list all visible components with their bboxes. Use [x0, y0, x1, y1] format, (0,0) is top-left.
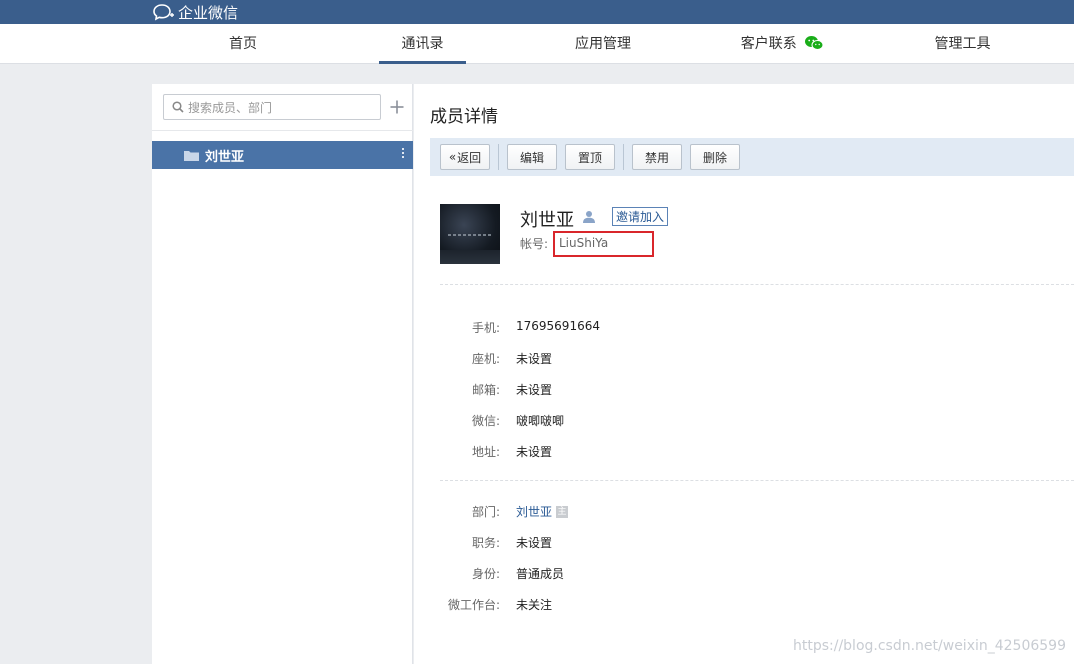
mobile-value: 17695691664	[516, 319, 600, 333]
department-link-label: 刘世亚	[516, 505, 553, 519]
account-label: 帐号:	[520, 237, 549, 251]
mobile-label: 手机:	[471, 321, 500, 335]
top-bar: 企业微信	[0, 0, 1074, 24]
nav-home[interactable]: 首页	[216, 24, 270, 64]
department-label: 刘世亚	[205, 149, 245, 165]
member-name: 刘世亚	[520, 210, 574, 231]
avatar-ground	[440, 250, 500, 264]
page-title: 成员详情	[430, 107, 498, 127]
primary-department-badge: 主	[556, 505, 569, 518]
action-toolbar: « 返回 编辑 置顶 禁用 删除	[430, 138, 1074, 176]
back-label: 返回	[457, 150, 482, 165]
member-detail-panel: 成员详情 « 返回 编辑 置顶 禁用 删除 刘世亚 邀请加入 帐号: LiuSh…	[414, 84, 1074, 664]
folder-icon	[184, 150, 199, 161]
brand-name: 企业微信	[178, 3, 239, 22]
back-button[interactable]: « 返回	[440, 144, 490, 170]
add-department-button[interactable]	[388, 94, 406, 120]
avatar[interactable]	[440, 204, 500, 264]
edit-label: 编辑	[519, 150, 544, 165]
search-placeholder: 搜索成员、部门	[188, 100, 273, 115]
watermark: https://blog.csdn.net/weixin_42506599	[792, 638, 1066, 654]
main-nav: 首页 通讯录 应用管理 客户联系 管理工具	[0, 24, 1074, 64]
brand-logo[interactable]: 企业微信	[152, 0, 238, 24]
nav-app-management[interactable]: 应用管理	[566, 24, 640, 64]
person-icon	[583, 211, 595, 223]
department-link[interactable]: 刘世亚主	[516, 503, 569, 520]
address-label: 地址:	[471, 445, 500, 459]
sidebar-divider	[152, 130, 413, 131]
double-chevron-left-icon: «	[448, 150, 457, 164]
email-label: 邮箱:	[471, 383, 500, 397]
pin-label: 置顶	[577, 150, 602, 165]
invite-button[interactable]: 邀请加入	[612, 207, 668, 226]
wechat-value: 啵唧啵唧	[516, 414, 565, 428]
wechat-icon	[805, 36, 824, 50]
invite-label: 邀请加入	[615, 210, 664, 224]
landline-value: 未设置	[516, 352, 553, 366]
toolbar-separator	[498, 144, 499, 170]
contacts-sidebar: 搜索成员、部门 刘世亚	[152, 84, 413, 664]
nav-app-management-label: 应用管理	[575, 36, 631, 52]
pin-button[interactable]: 置顶	[565, 144, 615, 170]
position-value: 未设置	[516, 536, 553, 550]
disable-label: 禁用	[644, 150, 669, 165]
wechat-label: 微信:	[471, 414, 500, 428]
nav-admin-tools-label: 管理工具	[934, 36, 991, 52]
address-value: 未设置	[516, 445, 553, 459]
department-item-selected[interactable]: 刘世亚	[152, 141, 413, 169]
role-value: 普通成员	[516, 567, 565, 581]
nav-customer-contact[interactable]: 客户联系	[735, 24, 830, 64]
workbench-label: 微工作台:	[447, 598, 500, 612]
toolbar-separator	[623, 144, 624, 170]
wework-logo-icon	[153, 4, 174, 21]
nav-admin-tools[interactable]: 管理工具	[925, 24, 1000, 64]
nav-home-label: 首页	[229, 36, 257, 52]
member-search-input[interactable]: 搜索成员、部门	[163, 94, 381, 120]
nav-customer-contact-label: 客户联系	[740, 36, 797, 52]
search-icon	[172, 101, 184, 113]
role-label: 身份:	[471, 567, 500, 581]
delete-label: 删除	[702, 150, 727, 165]
nav-contacts[interactable]: 通讯录	[379, 24, 466, 64]
edit-button[interactable]: 编辑	[507, 144, 557, 170]
position-label: 职务:	[471, 536, 500, 550]
disable-button[interactable]: 禁用	[632, 144, 682, 170]
landline-label: 座机:	[471, 352, 500, 366]
department-field-label: 部门:	[471, 505, 500, 519]
account-value: LiuShiYa	[553, 231, 654, 257]
workbench-value: 未关注	[516, 598, 553, 612]
section-divider	[440, 284, 1074, 285]
section-divider	[440, 480, 1074, 481]
nav-contacts-label: 通讯录	[401, 36, 444, 52]
email-value: 未设置	[516, 383, 553, 397]
more-options-icon[interactable]	[402, 148, 404, 158]
plus-icon	[390, 100, 404, 114]
delete-button[interactable]: 删除	[690, 144, 740, 170]
avatar-text-line	[448, 234, 492, 236]
